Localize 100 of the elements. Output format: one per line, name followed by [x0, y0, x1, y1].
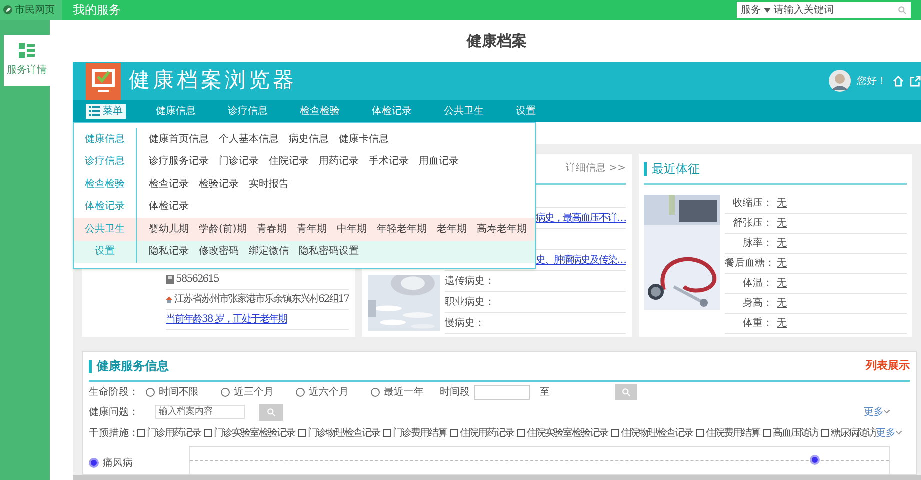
- export-icon[interactable]: [910, 76, 921, 86]
- menu-item[interactable]: 绑定微信: [249, 244, 289, 260]
- checkbox-option[interactable]: 门诊实验室检验记录: [204, 426, 295, 440]
- checkbox-option[interactable]: 门诊物理检查记录: [298, 426, 380, 440]
- grid-icon: [19, 43, 35, 59]
- field-label: 健康问题：: [89, 406, 134, 420]
- radio-option[interactable]: 最近一年: [371, 384, 424, 400]
- checkbox-option[interactable]: 门诊用药记录: [137, 426, 201, 440]
- checkbox-option[interactable]: 住院费用结算: [696, 426, 760, 440]
- vital-value: 无: [777, 197, 787, 211]
- menu-item[interactable]: 诊疗服务记录: [149, 154, 209, 170]
- vital-label: 体温：: [742, 277, 773, 291]
- more-link[interactable]: 更多: [864, 404, 890, 420]
- section-title: 健康服务信息: [97, 358, 169, 375]
- menu-item[interactable]: 高寿老年期: [476, 222, 527, 237]
- top-bar-title: 我的服务: [73, 2, 121, 19]
- menu-item[interactable]: 青春期: [256, 222, 287, 237]
- menu-item[interactable]: 检验记录: [199, 176, 239, 192]
- search-icon: [898, 6, 907, 14]
- search-button[interactable]: [615, 384, 637, 400]
- house-icon: [166, 294, 173, 304]
- search-button[interactable]: [259, 404, 283, 420]
- field-label: 干预措施：: [89, 426, 134, 440]
- phone-number: 58562615: [176, 273, 219, 287]
- details-link[interactable]: 详细信息 >>: [566, 161, 626, 176]
- menu-item[interactable]: 修改密码: [199, 244, 239, 260]
- menu-item[interactable]: 个人基本信息: [219, 132, 279, 147]
- menu-item[interactable]: 老年期: [436, 222, 467, 237]
- sidebar-label: 服务详情: [7, 64, 47, 78]
- card-title: 最近体征: [652, 160, 700, 178]
- timeline-marker[interactable]: [810, 455, 820, 465]
- caret-icon: [764, 8, 771, 12]
- vital-value: 无: [777, 317, 787, 331]
- checkbox-option[interactable]: 门诊费用结算: [383, 426, 447, 440]
- chevron-icon: [884, 410, 890, 414]
- menu-item[interactable]: 用血记录: [419, 154, 459, 170]
- checkbox-option[interactable]: 高血压随访: [763, 426, 818, 440]
- search-scope[interactable]: 服务: [741, 2, 761, 18]
- history-label: 职业病史：: [445, 296, 495, 310]
- menu-item[interactable]: 隐私密码设置: [299, 244, 359, 260]
- range-separator: 至: [540, 386, 550, 400]
- menu-item[interactable]: 手术记录: [369, 154, 409, 170]
- menu-item[interactable]: 病史信息: [289, 132, 329, 147]
- age-link[interactable]: 当前年龄38 岁，正处于老年期: [166, 312, 287, 327]
- problem-field[interactable]: 输入档案内容: [155, 405, 245, 419]
- menu-item[interactable]: 健康首页信息: [149, 132, 209, 147]
- greeting-text: 您好！: [857, 74, 887, 88]
- field-label: 生命阶段：: [89, 386, 134, 400]
- menu-item[interactable]: 婴幼儿期: [149, 222, 189, 237]
- field-label: 时间段: [440, 386, 470, 400]
- history-link[interactable]: 史、肿瘤病史及传染…: [536, 252, 626, 268]
- checkbox-option[interactable]: 住院用药记录: [450, 426, 514, 440]
- list-icon: [89, 106, 100, 116]
- logo-text: 市民网页: [15, 4, 55, 18]
- menu-item[interactable]: 实时报告: [249, 176, 289, 192]
- history-label: 遗传病史：: [445, 274, 495, 288]
- monitor-logo-icon: [86, 62, 121, 100]
- home-icon[interactable]: [893, 76, 904, 86]
- menu-item[interactable]: 住院记录: [269, 154, 309, 170]
- radio-option[interactable]: 近三个月: [221, 384, 274, 400]
- vital-value: 无: [777, 297, 787, 311]
- list-view-link[interactable]: 列表展示: [866, 358, 910, 374]
- search-icon: [622, 388, 630, 396]
- history-link[interactable]: 病史，最高血压不详…: [536, 210, 626, 226]
- avatar-icon: [829, 70, 851, 92]
- disease-option[interactable]: 痛风病: [89, 452, 189, 474]
- checkbox-option[interactable]: 住院实验室检验记录: [517, 426, 608, 440]
- vital-label: 餐后血糖：: [725, 256, 773, 271]
- vital-label: 体重：: [742, 316, 773, 331]
- menu-item[interactable]: 学龄(前)期: [199, 222, 247, 237]
- checkbox-option[interactable]: 住院物理检查记录: [611, 426, 693, 440]
- address-text: 江苏省苏州市张家港市乐余镇东兴村62组17: [174, 292, 349, 307]
- menu-item[interactable]: 健康卡信息: [339, 132, 389, 147]
- menu-item[interactable]: 青年期: [296, 222, 327, 237]
- vital-label: 身高：: [742, 296, 773, 311]
- more-link[interactable]: 更多: [876, 426, 902, 440]
- chevron-icon: [896, 431, 902, 435]
- menu-item[interactable]: 中年期: [336, 222, 367, 237]
- leaf-icon: [3, 5, 13, 15]
- checkbox-option[interactable]: 糖尿病随访: [821, 426, 876, 440]
- date-field[interactable]: [474, 384, 530, 400]
- vital-value: 无: [777, 257, 787, 271]
- menu-item[interactable]: 门诊记录: [219, 154, 259, 170]
- app-title: 健康档案浏览器: [129, 67, 297, 94]
- vital-value: 无: [777, 277, 787, 291]
- menu-item[interactable]: 检查记录: [149, 176, 189, 192]
- menu-item[interactable]: 用药记录: [319, 154, 359, 170]
- search-field[interactable]: 服务 请输入关键词: [737, 2, 911, 18]
- vital-label: 脉率：: [742, 236, 773, 251]
- radio-option[interactable]: 时间不限: [146, 384, 199, 400]
- menu-item[interactable]: 隐私记录: [149, 244, 189, 260]
- menu-item[interactable]: 年轻老年期: [376, 222, 427, 237]
- vital-value: 无: [777, 237, 787, 251]
- search-icon: [266, 408, 276, 416]
- vital-label: 收缩压：: [732, 196, 773, 211]
- history-label: 慢病史：: [445, 316, 485, 330]
- vital-label: 舒张压：: [732, 216, 773, 231]
- phone-icon: [166, 275, 174, 284]
- radio-option[interactable]: 近六个月: [296, 384, 349, 400]
- menu-item[interactable]: 体检记录: [149, 199, 189, 214]
